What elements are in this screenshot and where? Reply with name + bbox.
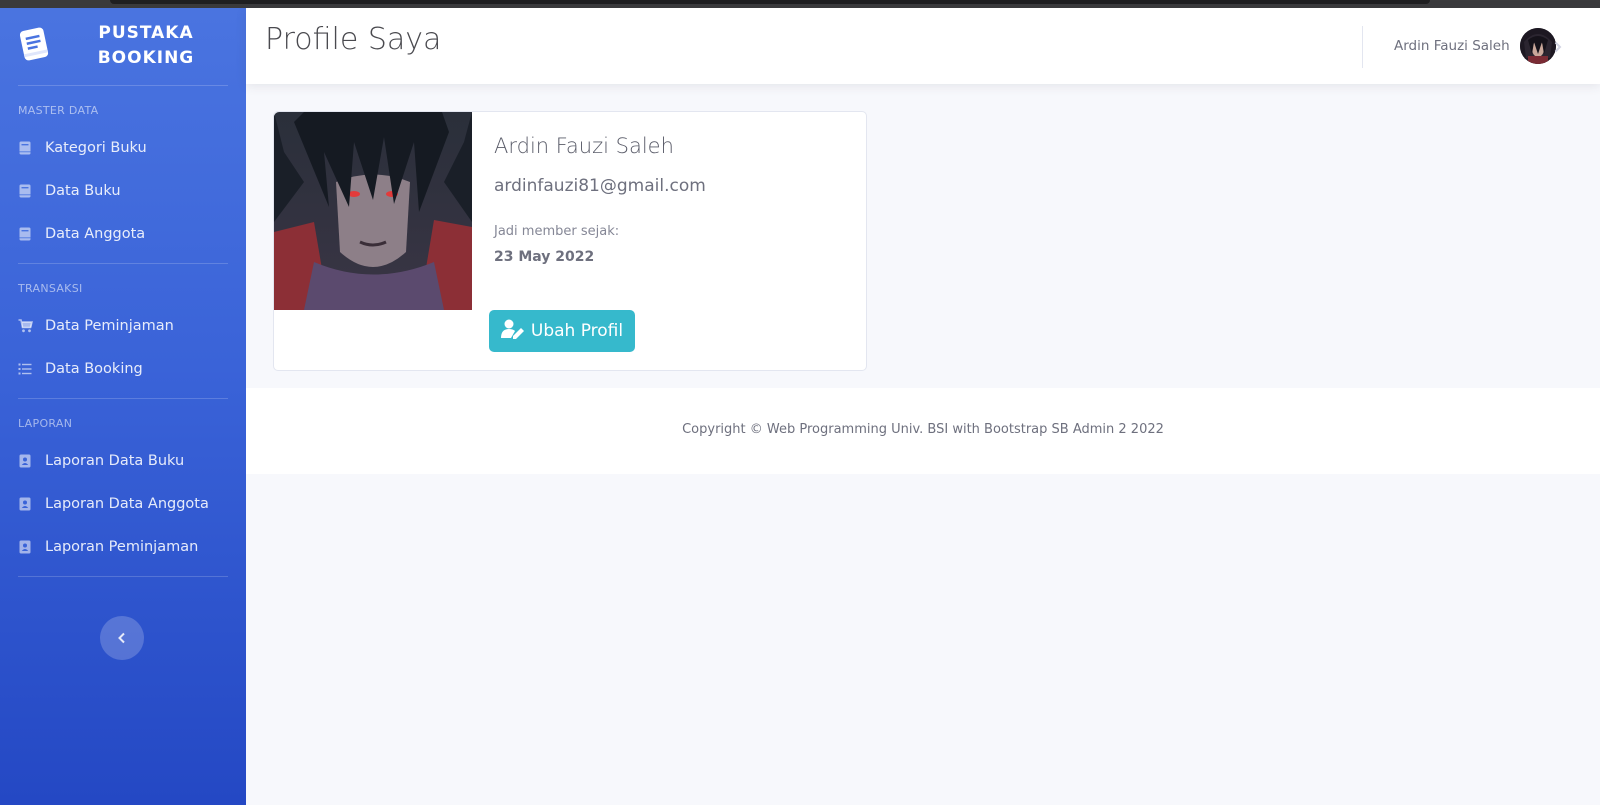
topbar: Profile Saya Ardin Fauzi Saleh xyxy=(246,8,1600,84)
profile-name: Ardin Fauzi Saleh xyxy=(494,134,674,158)
sidebar-item-laporan-data-buku[interactable]: Laporan Data Buku xyxy=(0,439,246,482)
edit-profile-label: Ubah Profil xyxy=(530,321,624,341)
sidebar-heading-transaksi: TRANSAKSI xyxy=(18,282,83,295)
sidebar-divider xyxy=(18,85,228,86)
sidebar-item-data-buku[interactable]: Data Buku xyxy=(0,169,246,212)
sidebar-item-data-booking[interactable]: Data Booking xyxy=(0,347,246,390)
address-book-icon xyxy=(18,454,32,468)
sidebar-divider xyxy=(18,576,228,577)
member-since-date: 23 May 2022 xyxy=(494,249,595,265)
user-dropdown-toggle[interactable]: Ardin Fauzi Saleh xyxy=(1394,28,1556,64)
sidebar-item-data-anggota[interactable]: Data Anggota xyxy=(0,212,246,255)
topbar-divider xyxy=(1362,26,1363,68)
member-since-label: Jadi member sejak: xyxy=(494,224,620,239)
page-title: Profile Saya xyxy=(265,22,442,57)
edit-profile-button[interactable]: Ubah Profil xyxy=(489,310,635,352)
sidebar-heading-master-data: MASTER DATA xyxy=(18,104,99,117)
sidebar-item-laporan-data-anggota[interactable]: Laporan Data Anggota xyxy=(0,482,246,525)
sidebar-item-label: Data Anggota xyxy=(45,225,146,242)
chevron-right-icon xyxy=(1554,38,1562,57)
brand-line-1: PUSTAKA xyxy=(98,23,194,43)
profile-email: ardinfauzi81@gmail.com xyxy=(494,176,706,196)
book-icon xyxy=(18,184,32,198)
sidebar-item-label: Laporan Peminjaman xyxy=(45,538,199,555)
sidebar-item-label: Data Buku xyxy=(45,182,121,199)
cart-icon xyxy=(18,318,33,333)
sidebar-item-label: Data Peminjaman xyxy=(45,317,174,334)
address-book-icon xyxy=(18,540,32,554)
sidebar: PUSTAKA BOOKING MASTER DATA Kategori Buk… xyxy=(0,8,246,805)
avatar xyxy=(1519,28,1556,64)
address-book-icon xyxy=(18,497,32,511)
sidebar-item-label: Data Booking xyxy=(45,360,143,377)
sidebar-heading-laporan: LAPORAN xyxy=(18,417,73,430)
sidebar-item-laporan-peminjaman[interactable]: Laporan Peminjaman xyxy=(0,525,246,568)
profile-photo xyxy=(274,112,472,310)
sidebar-item-label: Laporan Data Anggota xyxy=(45,495,209,512)
sidebar-item-kategori-buku[interactable]: Kategori Buku xyxy=(0,126,246,169)
chevron-left-icon xyxy=(117,629,127,648)
brand-line-2: BOOKING xyxy=(97,48,195,68)
list-icon xyxy=(18,362,32,376)
user-name: Ardin Fauzi Saleh xyxy=(1394,38,1510,54)
sidebar-item-label: Laporan Data Buku xyxy=(45,452,185,469)
book-icon xyxy=(18,227,32,241)
book-icon xyxy=(18,141,32,155)
profile-card: Ardin Fauzi Saleh ardinfauzi81@gmail.com… xyxy=(273,111,867,371)
book-icon xyxy=(14,24,54,64)
sidebar-divider xyxy=(18,263,228,264)
sidebar-divider xyxy=(18,398,228,399)
sidebar-toggle-button[interactable] xyxy=(100,616,144,660)
browser-top-strip xyxy=(0,0,1600,8)
sidebar-brand[interactable]: PUSTAKA BOOKING xyxy=(0,8,246,85)
sidebar-item-label: Kategori Buku xyxy=(45,139,147,156)
footer-copyright: Copyright © Web Programming Univ. BSI wi… xyxy=(682,422,1164,437)
footer: Copyright © Web Programming Univ. BSI wi… xyxy=(246,388,1600,474)
user-edit-icon xyxy=(500,319,531,344)
sidebar-item-data-peminjaman[interactable]: Data Peminjaman xyxy=(0,304,246,347)
